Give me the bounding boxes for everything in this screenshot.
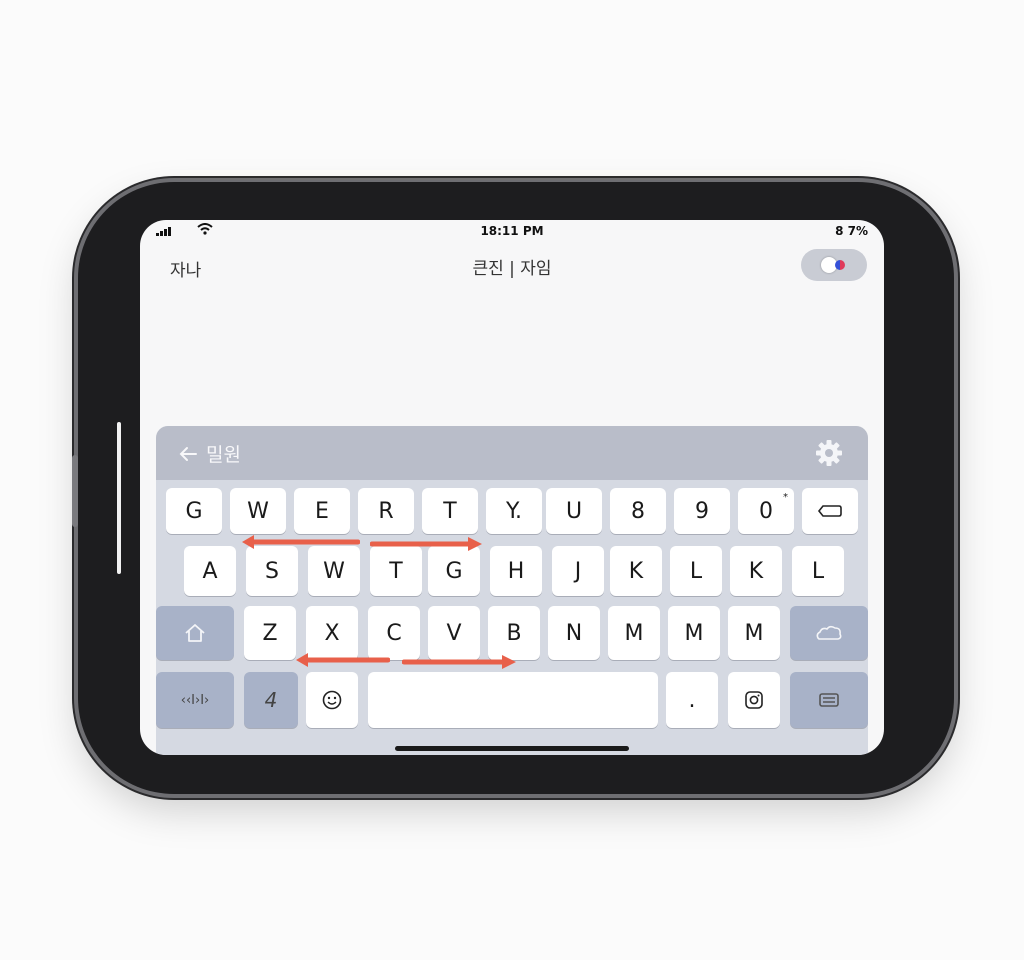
keyboard-back-label: 밀원	[206, 444, 241, 466]
swipe-right-arrow-icon	[402, 655, 516, 669]
space-bar[interactable]	[368, 672, 658, 728]
key[interactable]: K	[730, 546, 782, 596]
key[interactable]: M	[608, 606, 660, 660]
key[interactable]: Y.	[486, 488, 542, 534]
home-indicator[interactable]	[395, 746, 629, 751]
keyboard-back-button[interactable]: 밀원	[178, 440, 241, 467]
home-key[interactable]	[156, 606, 234, 660]
return-key[interactable]	[790, 606, 868, 660]
emoji-icon	[322, 690, 342, 710]
key[interactable]: 9	[674, 488, 730, 534]
key[interactable]: Z	[244, 606, 296, 660]
language-switch-key[interactable]: ‹‹I›I›	[156, 672, 234, 728]
key[interactable]: R	[358, 488, 414, 534]
key[interactable]: 8	[610, 488, 666, 534]
key[interactable]: W	[230, 488, 286, 534]
key[interactable]: E	[294, 488, 350, 534]
status-time: 18:11 PM	[480, 224, 544, 238]
period-key[interactable]: .	[666, 672, 718, 728]
side-button[interactable]	[72, 455, 78, 527]
camera-key[interactable]	[728, 672, 780, 728]
key[interactable]: B	[488, 606, 540, 660]
gear-icon[interactable]	[814, 438, 844, 468]
key[interactable]: M	[728, 606, 780, 660]
side-slider[interactable]	[117, 422, 121, 574]
home-icon	[185, 624, 205, 642]
key[interactable]: A	[184, 546, 236, 596]
arrow-left-icon	[179, 446, 197, 461]
key[interactable]: W	[308, 546, 360, 596]
key[interactable]: G	[428, 546, 480, 596]
keyboard: 밀원 G W E R T Y. U 8 9 0 * A S W T G H J …	[156, 426, 868, 755]
key[interactable]: N	[548, 606, 600, 660]
mode-toggle[interactable]	[801, 249, 867, 281]
keyboard-toolbar: 밀원	[156, 426, 868, 480]
keyboard-hide-key[interactable]	[790, 672, 868, 728]
key[interactable]: J	[552, 546, 604, 596]
swipe-left-arrow-icon	[296, 653, 390, 667]
key[interactable]: T	[370, 546, 422, 596]
key[interactable]: G	[166, 488, 222, 534]
key[interactable]: S	[246, 546, 298, 596]
battery-indicator: 8 7%	[835, 224, 868, 238]
key-label: 0	[759, 498, 773, 524]
key[interactable]: M	[668, 606, 720, 660]
status-bar: 18:11 PM 8 7%	[140, 220, 884, 242]
key-zero[interactable]: 0 *	[738, 488, 794, 534]
backspace-key[interactable]	[802, 488, 858, 534]
number-key[interactable]: 4	[244, 672, 298, 728]
backspace-icon	[817, 505, 842, 517]
toggle-indicator-icon	[835, 260, 845, 270]
swipe-left-arrow-icon	[242, 535, 360, 549]
key-superscript: *	[783, 492, 788, 503]
return-icon	[816, 625, 842, 640]
key[interactable]: L	[792, 546, 844, 596]
screen: 18:11 PM 8 7% 자나 큰진 | 자임 밀원 G W E R T Y.…	[140, 220, 884, 755]
emoji-key[interactable]	[306, 672, 358, 728]
swipe-right-arrow-icon	[370, 537, 482, 551]
key[interactable]: V	[428, 606, 480, 660]
key[interactable]: L	[670, 546, 722, 596]
key[interactable]: H	[490, 546, 542, 596]
key[interactable]: T	[422, 488, 478, 534]
keyboard-hide-icon	[819, 693, 839, 707]
key[interactable]: K	[610, 546, 662, 596]
key[interactable]: U	[546, 488, 602, 534]
camera-icon	[745, 691, 763, 709]
page-title: 큰진 | 자임	[472, 259, 552, 279]
